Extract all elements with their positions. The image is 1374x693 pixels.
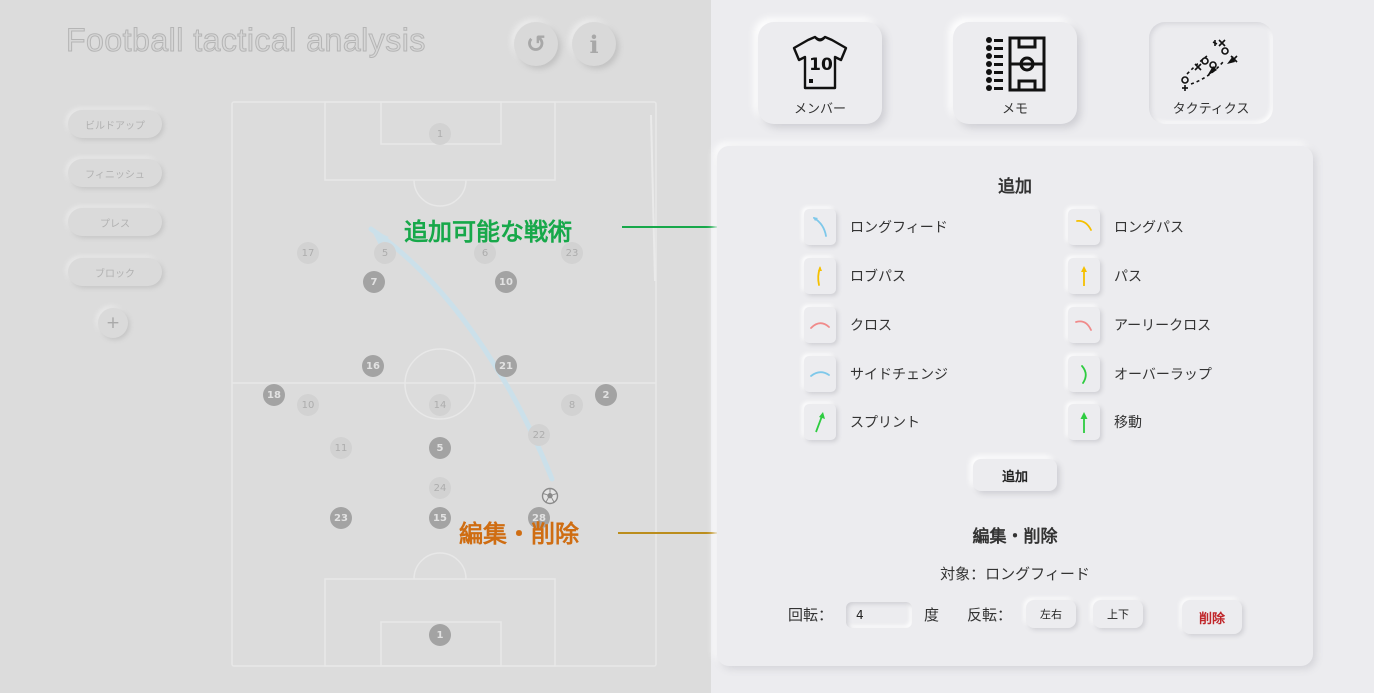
members-button[interactable]: 10 メンバー	[758, 22, 882, 124]
add-button[interactable]: 追加	[973, 459, 1057, 491]
player-home[interactable]: 21	[495, 355, 517, 377]
undo-icon[interactable]: ↺	[514, 22, 558, 66]
tactic-move[interactable]: 移動	[1068, 404, 1142, 440]
tactics-board-icon	[1181, 39, 1238, 91]
player-away[interactable]: 10	[297, 394, 319, 416]
football-pitch	[231, 101, 657, 667]
straight-arrow-icon	[1068, 404, 1100, 440]
tactic-label: ロングフィード	[850, 220, 948, 236]
tactic-chip-buildup[interactable]: ビルドアップ	[68, 110, 162, 138]
tactic-label: ロングパス	[1114, 220, 1184, 236]
player-away[interactable]: 24	[429, 477, 451, 499]
tactic-label: ロブパス	[850, 269, 906, 285]
jersey-icon: 10	[792, 35, 848, 90]
tactic-sprint[interactable]: スプリント	[804, 404, 920, 440]
arc-icon	[804, 307, 836, 343]
rotation-label: 回転：	[788, 606, 834, 624]
player-home[interactable]: 18	[263, 384, 285, 406]
flip-vertical-button[interactable]: 上下	[1093, 600, 1143, 628]
flip-label: 反転：	[967, 606, 1013, 624]
tactic-chip-finish[interactable]: フィニッシュ	[68, 159, 162, 187]
memo-button[interactable]: メモ	[953, 22, 1077, 124]
tactic-long-pass[interactable]: ロングパス	[1068, 209, 1184, 245]
tactic-label: パス	[1114, 269, 1142, 285]
formation-memo-icon	[986, 36, 1046, 92]
tactic-long-feed[interactable]: ロングフィード	[804, 209, 948, 245]
tactic-side-change[interactable]: サイドチェンジ	[804, 356, 948, 392]
player-home[interactable]: 2	[595, 384, 617, 406]
delete-button[interactable]: 削除	[1182, 600, 1242, 634]
field-area-overlay: Football tactical analysis ↺ i ビルドアップ フィ…	[0, 0, 711, 693]
info-icon[interactable]: i	[572, 22, 616, 66]
arc-icon	[1068, 307, 1100, 343]
members-label: メンバー	[793, 102, 846, 117]
short-curve-icon	[804, 258, 836, 294]
edit-heading: 編集・削除	[972, 527, 1058, 547]
tactic-cross[interactable]: クロス	[804, 307, 892, 343]
add-heading: 追加	[998, 177, 1032, 197]
tactic-lob-pass[interactable]: ロブパス	[804, 258, 906, 294]
tactic-pass[interactable]: パス	[1068, 258, 1142, 294]
edit-target: 対象：ロングフィード	[940, 565, 1090, 583]
flip-horizontal-button[interactable]: 左右	[1026, 600, 1076, 628]
player-home[interactable]: 15	[429, 507, 451, 529]
player-away[interactable]: 17	[297, 242, 319, 264]
player-away[interactable]: 5	[374, 242, 396, 264]
straight-arrow-icon	[1068, 258, 1100, 294]
player-away[interactable]: 1	[429, 123, 451, 145]
tactics-label: タクティクス	[1172, 102, 1250, 117]
degree-label: 度	[924, 606, 940, 624]
tactic-label: サイドチェンジ	[850, 367, 948, 383]
tactic-label: スプリント	[850, 415, 920, 431]
ball-icon[interactable]	[541, 487, 559, 505]
app-title: Football tactical analysis	[66, 22, 426, 59]
straight-arrow-icon	[804, 404, 836, 440]
tactic-early-cross[interactable]: アーリークロス	[1068, 307, 1211, 343]
curved-arrow-icon	[804, 209, 836, 245]
tactic-chip-block[interactable]: ブロック	[68, 258, 162, 286]
tactic-label: オーバーラップ	[1114, 367, 1212, 383]
short-curve-icon	[1068, 356, 1100, 392]
player-home[interactable]: 10	[495, 271, 517, 293]
player-home[interactable]: 23	[330, 507, 352, 529]
player-away[interactable]: 22	[528, 424, 550, 446]
player-home[interactable]: 7	[363, 271, 385, 293]
add-tactic-button[interactable]: +	[98, 308, 128, 338]
tactic-label: クロス	[850, 318, 892, 334]
player-away[interactable]: 11	[330, 437, 352, 459]
player-home[interactable]: 16	[362, 355, 384, 377]
tactic-label: 移動	[1114, 415, 1142, 431]
callout-available-tactics: 追加可能な戦術	[404, 218, 572, 246]
rotation-input[interactable]	[846, 602, 912, 628]
player-home[interactable]: 5	[429, 437, 451, 459]
tactics-panel: 追加 ロングフィード ロングパス ロブパス パス クロス アーリークロス サイド…	[717, 146, 1313, 666]
tactic-label: アーリークロス	[1114, 318, 1212, 334]
player-away[interactable]: 8	[561, 394, 583, 416]
player-home[interactable]: 1	[429, 624, 451, 646]
player-away[interactable]: 14	[429, 394, 451, 416]
arc-icon	[804, 356, 836, 392]
jersey-number: 10	[809, 55, 833, 75]
tactic-overlap[interactable]: オーバーラップ	[1068, 356, 1212, 392]
callout-edit-delete: 編集・削除	[459, 520, 579, 548]
tactics-button[interactable]: タクティクス	[1149, 22, 1273, 124]
tactic-chip-press[interactable]: プレス	[68, 208, 162, 236]
curved-arrow-icon	[1068, 209, 1100, 245]
memo-label: メモ	[1001, 102, 1028, 117]
